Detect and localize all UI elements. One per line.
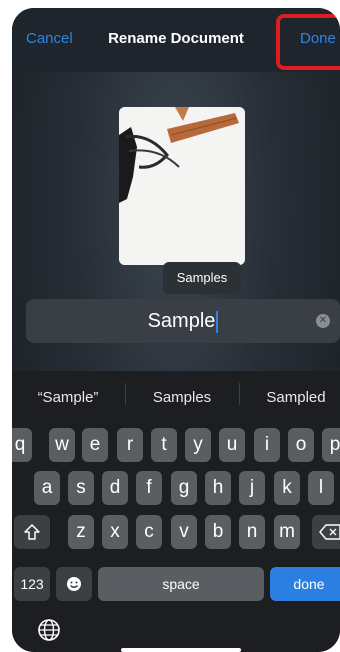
key-m[interactable]: m (274, 515, 300, 549)
key-g[interactable]: g (171, 471, 197, 505)
key-p[interactable]: p (322, 428, 340, 462)
clear-text-icon[interactable]: ✕ (316, 314, 330, 328)
shift-icon (24, 524, 40, 540)
key-n[interactable]: n (239, 515, 265, 549)
suggestion-quoted[interactable]: “Sample” (18, 389, 118, 406)
key-v[interactable]: v (171, 515, 197, 549)
key-e[interactable]: e (82, 428, 108, 462)
key-x[interactable]: x (102, 515, 128, 549)
globe-icon (38, 619, 60, 641)
space-key[interactable]: space (98, 567, 264, 601)
shift-key[interactable] (14, 515, 50, 549)
key-l[interactable]: l (308, 471, 334, 505)
key-o[interactable]: o (288, 428, 314, 462)
key-a[interactable]: a (34, 471, 60, 505)
document-name-field[interactable]: Sample ✕ (26, 299, 340, 343)
globe-key[interactable] (36, 617, 62, 643)
keyboard-done-key[interactable]: done (270, 567, 340, 601)
delete-key[interactable] (312, 515, 340, 549)
key-f[interactable]: f (136, 471, 162, 505)
suggestion-divider (125, 383, 126, 405)
key-q[interactable]: q (12, 428, 32, 462)
key-h[interactable]: h (205, 471, 231, 505)
key-r[interactable]: r (117, 428, 143, 462)
key-c[interactable]: c (136, 515, 162, 549)
key-y[interactable]: y (185, 428, 211, 462)
delete-icon (319, 524, 340, 540)
numbers-key[interactable]: 123 (14, 567, 50, 601)
home-indicator (121, 648, 241, 652)
text-caret (216, 310, 219, 333)
tooltip-pointer (197, 290, 209, 296)
key-w[interactable]: w (49, 428, 75, 462)
suggestion-samples[interactable]: Samples (132, 389, 232, 406)
emoji-key[interactable] (56, 567, 92, 601)
suggestion-divider (239, 383, 240, 405)
document-name-value: Sample (147, 310, 216, 332)
key-k[interactable]: k (274, 471, 300, 505)
key-s[interactable]: s (68, 471, 94, 505)
key-d[interactable]: d (102, 471, 128, 505)
done-highlight-box (276, 14, 340, 70)
key-z[interactable]: z (68, 515, 94, 549)
document-thumbnail (119, 107, 245, 265)
keyboard: “Sample” Samples Sampled q w e r t y u i… (12, 371, 340, 652)
key-j[interactable]: j (239, 471, 265, 505)
emoji-icon (67, 576, 81, 591)
key-u[interactable]: u (219, 428, 245, 462)
suggestion-sampled[interactable]: Sampled (246, 389, 340, 406)
key-b[interactable]: b (205, 515, 231, 549)
document-name-value-wrap: Sample (26, 299, 340, 343)
key-i[interactable]: i (254, 428, 280, 462)
rename-document-screen: Cancel Rename Document Done Samples Samp… (12, 8, 340, 652)
key-t[interactable]: t (151, 428, 177, 462)
